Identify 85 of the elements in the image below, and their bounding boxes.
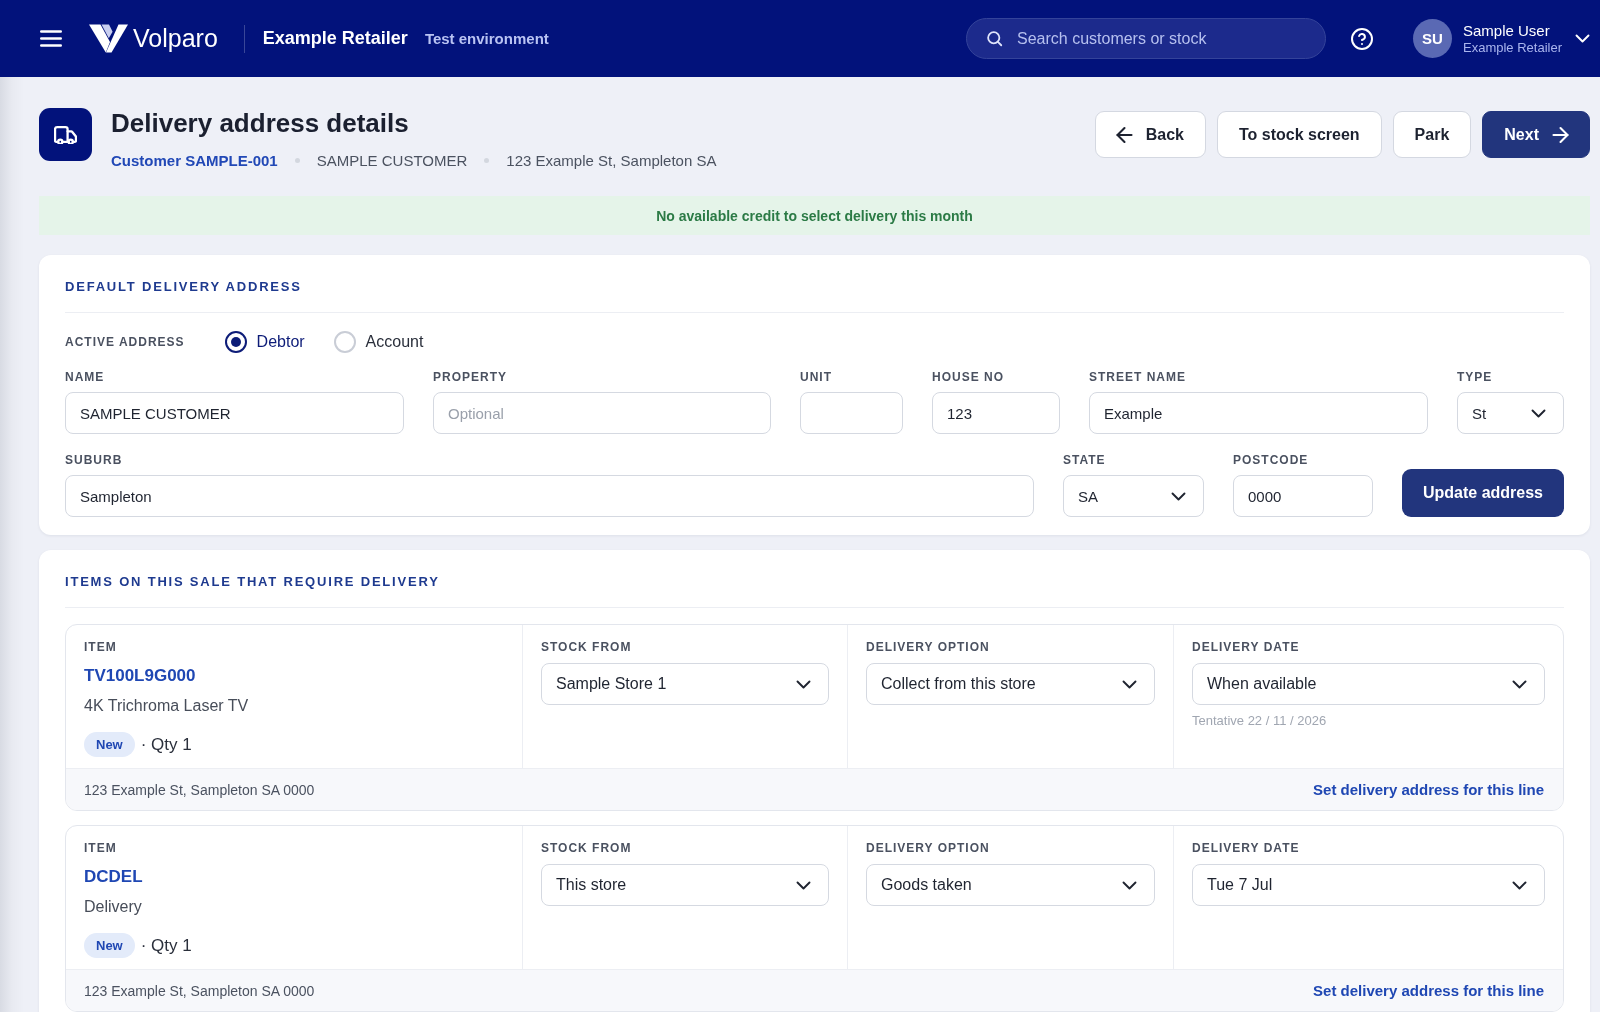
field-label: DELIVERY OPTION (866, 640, 990, 654)
field-label: DELIVERY DATE (1192, 841, 1300, 855)
dropdown-field[interactable]: Tue 7 Jul (1192, 864, 1545, 906)
field-label: SUBURB (65, 453, 123, 467)
back-button[interactable]: Back (1094, 111, 1206, 158)
help-icon[interactable] (1351, 27, 1373, 50)
quantity-text: · Qty 1 (140, 734, 192, 755)
chevron-down-icon (797, 680, 810, 688)
radio-button[interactable] (224, 331, 247, 353)
chevron-down-icon[interactable] (1576, 35, 1589, 42)
text-input-field[interactable]: 123 (932, 392, 1060, 434)
field-label: STOCK FROM (541, 640, 632, 654)
chevron-down-icon (797, 881, 810, 889)
chevron-down-icon (1123, 680, 1136, 688)
dropdown-field[interactable]: St (1457, 392, 1564, 434)
field-label: PROPERTY (433, 370, 507, 384)
field-label: POSTCODE (1233, 453, 1309, 467)
chevron-down-icon (1513, 881, 1526, 889)
arrow-right-icon (1553, 127, 1568, 142)
environment-label: Test environment (424, 30, 549, 47)
dropdown-field[interactable]: Sample Store 1 (541, 663, 829, 705)
field-label: UNIT (800, 370, 832, 384)
menu-icon[interactable] (40, 30, 62, 47)
field-label: NAME (65, 370, 105, 384)
user-avatar[interactable]: SU (1413, 19, 1452, 58)
field-label: HOUSE NO (932, 370, 1004, 384)
truck-icon (39, 108, 92, 161)
text-input-field[interactable]: Sampleton (65, 475, 1034, 517)
user-organization: Example Retailer (1463, 39, 1562, 56)
set-address-link[interactable]: Set delivery address for this line (1313, 781, 1544, 798)
store-name: Example Retailer (262, 28, 408, 49)
user-name: Sample User (1463, 21, 1550, 40)
logo-icon (89, 24, 128, 53)
breadcrumb-text: SAMPLE CUSTOMER (316, 151, 468, 169)
tentative-date-note: Tentative 22 / 11 / 2026 (1192, 713, 1327, 728)
chevron-down-icon (1532, 409, 1545, 417)
field-label: ITEM (84, 640, 117, 654)
field-label: DELIVERY DATE (1192, 640, 1300, 654)
radio-label[interactable]: Account (365, 333, 424, 351)
dropdown-field[interactable]: Collect from this store (866, 663, 1155, 705)
notice-banner: No available credit to select delivery this month (39, 196, 1590, 235)
condition-badge: New (84, 933, 135, 958)
section-title: ITEMS ON THIS SALE THAT REQUIRE DELIVERY (65, 573, 440, 591)
line-address: 123 Example St, Sampleton SA 0000 (84, 781, 315, 798)
item-code-link[interactable]: DCDEL (84, 867, 143, 887)
dropdown-field[interactable]: When available (1192, 663, 1545, 705)
item-description: 4K Trichroma Laser TV (84, 696, 249, 716)
chevron-down-icon (1123, 881, 1136, 889)
next-button[interactable]: Next (1482, 111, 1590, 158)
page-title: Delivery address details (111, 108, 409, 138)
text-input-field[interactable]: SAMPLE CUSTOMER (65, 392, 404, 434)
customer-link[interactable]: Customer SAMPLE-001 (111, 151, 278, 169)
field-label: STOCK FROM (541, 841, 632, 855)
update-address-button[interactable]: Update address (1402, 469, 1564, 517)
search-icon (987, 31, 1002, 46)
breadcrumb-text: 123 Example St, Sampleton SA (506, 151, 717, 169)
chevron-down-icon (1172, 492, 1185, 500)
field-label: ITEM (84, 841, 117, 855)
text-input-field[interactable] (800, 392, 903, 434)
set-address-link[interactable]: Set delivery address for this line (1313, 982, 1544, 999)
item-code-link[interactable]: TV100L9G000 (84, 666, 196, 686)
chevron-down-icon (1513, 680, 1526, 688)
item-description: Delivery (84, 897, 142, 917)
radio-label[interactable]: Debtor (256, 333, 305, 351)
park-button[interactable]: Park (1392, 111, 1472, 158)
bullet-icon (484, 157, 490, 163)
search-field[interactable]: Search customers or stock (966, 18, 1326, 59)
section-title: DEFAULT DELIVERY ADDRESS (65, 278, 302, 296)
field-label: STREET NAME (1089, 370, 1186, 384)
brand-name: Volparo (133, 24, 218, 53)
field-label: TYPE (1457, 370, 1493, 384)
line-address: 123 Example St, Sampleton SA 0000 (84, 982, 315, 999)
text-input-field[interactable]: Optional (433, 392, 771, 434)
bullet-icon (294, 157, 300, 163)
condition-badge: New (84, 732, 135, 757)
dropdown-field[interactable]: SA (1063, 475, 1204, 517)
dropdown-field[interactable]: Goods taken (866, 864, 1155, 906)
field-label: ACTIVE ADDRESS (65, 335, 185, 349)
quantity-text: · Qty 1 (140, 935, 192, 956)
field-label: STATE (1063, 453, 1106, 467)
field-label: DELIVERY OPTION (866, 841, 990, 855)
dropdown-field[interactable]: This store (541, 864, 829, 906)
stock-screen-button[interactable]: To stock screen (1216, 111, 1382, 158)
text-input-field[interactable]: 0000 (1233, 475, 1373, 517)
text-input-field[interactable]: Example (1089, 392, 1428, 434)
